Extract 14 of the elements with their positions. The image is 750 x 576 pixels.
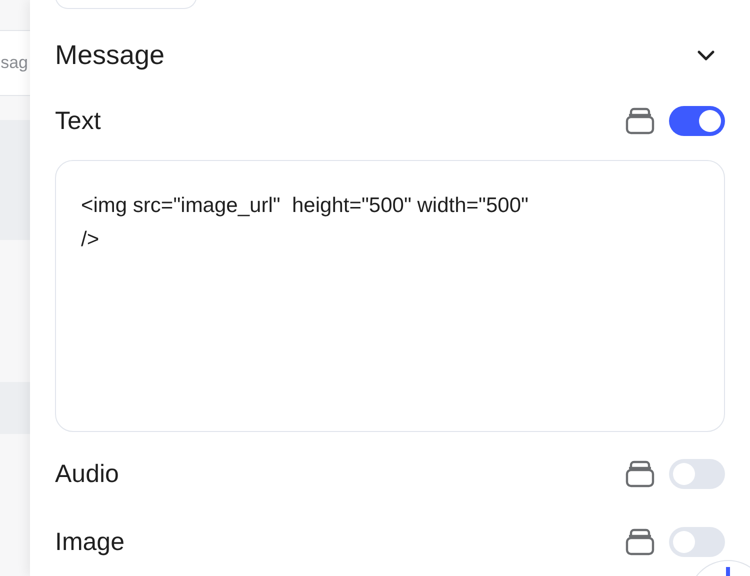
tab-label: sag xyxy=(0,53,28,73)
chevron-icon[interactable] xyxy=(695,48,717,62)
field-label: Text xyxy=(55,106,102,136)
text-area[interactable]: <img src="image_url" height="500" width="500" /> xyxy=(55,160,725,432)
text-value: <img src="image_url" height="500" width="500" /> xyxy=(81,194,530,251)
section-title: Message xyxy=(55,40,165,70)
toggle-switch[interactable] xyxy=(669,527,725,557)
field-label: Audio xyxy=(55,460,120,488)
field-label: Image xyxy=(55,528,126,556)
toggle-switch[interactable] xyxy=(669,459,725,489)
stack-icon[interactable] xyxy=(625,460,655,488)
toggle-switch[interactable] xyxy=(669,106,725,136)
stack-icon[interactable] xyxy=(625,528,655,556)
stack-icon[interactable] xyxy=(625,107,655,135)
